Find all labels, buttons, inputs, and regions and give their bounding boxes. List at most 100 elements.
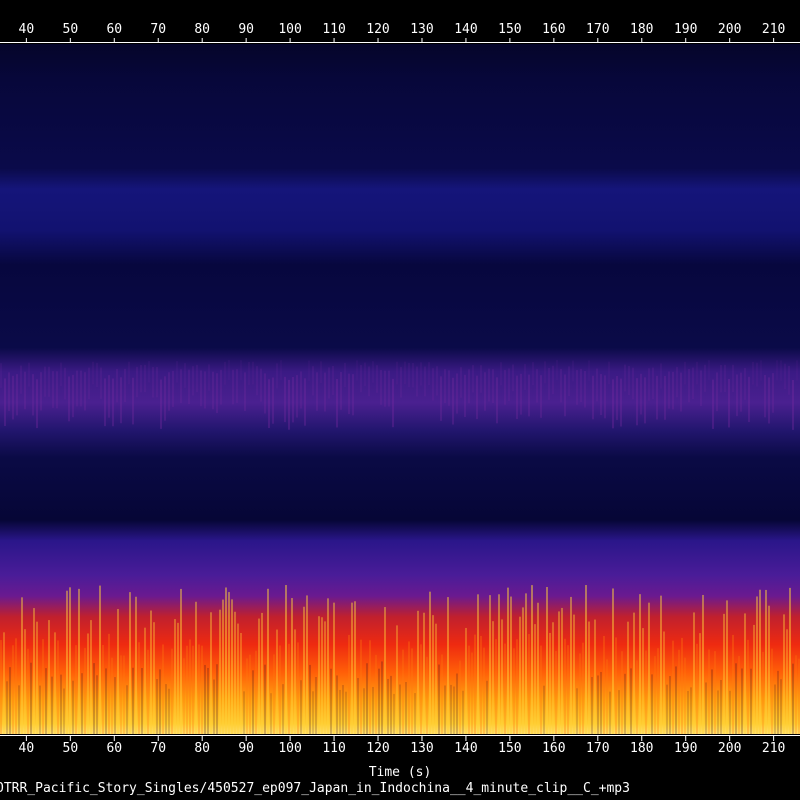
energy-streak: [261, 612, 263, 734]
mid-band-streak: [472, 365, 474, 393]
energy-streak: [492, 621, 494, 734]
mid-band-streak: [28, 362, 30, 387]
energy-streak: [657, 648, 659, 734]
top-tick-label: 170: [586, 22, 609, 37]
energy-streak: [18, 685, 20, 734]
mid-band-streak: [648, 368, 650, 401]
mid-band-streak: [368, 366, 370, 397]
mid-band-streak: [440, 376, 442, 421]
mid-band-streak: [232, 369, 234, 405]
energy-streak: [708, 649, 710, 734]
energy-streak: [75, 645, 77, 734]
energy-streak: [9, 667, 11, 734]
bottom-tick-label: 190: [674, 741, 697, 756]
energy-streak: [189, 639, 191, 734]
energy-streak: [225, 587, 227, 734]
mid-band-streak: [572, 360, 574, 382]
energy-streak: [159, 669, 161, 734]
energy-streak: [240, 633, 242, 734]
mid-band-streak: [772, 373, 774, 413]
mid-band-streak: [668, 371, 670, 409]
energy-streak: [561, 607, 563, 734]
mid-band-streak: [284, 376, 286, 423]
top-tick-label: 110: [322, 22, 345, 37]
mid-band-streak: [100, 367, 102, 399]
energy-streak: [579, 653, 581, 734]
mid-band-streak: [140, 364, 142, 393]
mid-band-streak: [596, 368, 598, 402]
energy-streak: [507, 587, 509, 734]
mid-band-streak: [728, 378, 730, 428]
energy-streak: [36, 621, 38, 734]
energy-streak: [252, 670, 254, 734]
mid-band-streak: [32, 374, 34, 416]
mid-band-streak: [712, 379, 714, 429]
mid-band-streak: [240, 360, 242, 381]
energy-streak: [666, 684, 668, 734]
mid-band-streak: [340, 371, 342, 410]
energy-streak: [450, 684, 452, 734]
energy-streak: [99, 585, 101, 734]
mid-band-streak: [4, 378, 6, 427]
energy-streak: [606, 659, 608, 734]
energy-streak: [681, 637, 683, 734]
energy-streak: [468, 645, 470, 734]
mid-band-streak: [760, 360, 762, 381]
mid-band-streak: [408, 362, 410, 388]
top-tick-label: 70: [150, 22, 166, 37]
mid-band-streak: [392, 378, 394, 428]
energy-streak: [756, 596, 758, 734]
mid-band-streak: [684, 361, 686, 385]
energy-streak: [285, 585, 287, 734]
bottom-tick-label: 90: [238, 741, 254, 756]
mid-band-streak: [92, 361, 94, 385]
spectrogram-chart: 40 50 60 70 80 90 100 110 120 130 140 150 160 170 180 1…: [0, 22, 800, 756]
mid-band-streak: [492, 369, 494, 404]
energy-streak: [84, 647, 86, 734]
energy-streak: [462, 690, 464, 734]
mid-band-streak: [280, 360, 282, 381]
energy-streak: [57, 640, 59, 734]
energy-streak: [21, 597, 23, 734]
energy-streak: [651, 674, 653, 734]
energy-streak: [753, 624, 755, 734]
energy-streak: [414, 693, 416, 734]
mid-band-streak: [188, 369, 190, 405]
mid-band-streak: [180, 369, 182, 404]
energy-streak: [108, 633, 110, 734]
mid-band-streak: [764, 374, 766, 418]
mid-band-streak: [520, 373, 522, 415]
energy-streak: [750, 668, 752, 734]
bottom-tick-label: 50: [63, 741, 79, 756]
energy-streak: [576, 688, 578, 734]
mid-band-streak: [704, 364, 706, 392]
mid-band-streak: [480, 365, 482, 393]
energy-streak: [534, 624, 536, 734]
energy-streak: [324, 621, 326, 734]
energy-streak: [291, 598, 293, 734]
energy-streak: [300, 680, 302, 734]
energy-streak: [87, 633, 89, 734]
mid-band-streak: [604, 375, 606, 419]
mid-band-streak: [388, 370, 390, 407]
mid-band-streak: [784, 363, 786, 390]
energy-streak: [618, 690, 620, 734]
energy-streak: [282, 684, 284, 734]
energy-streak: [744, 613, 746, 734]
energy-streak: [96, 675, 98, 734]
energy-streak: [177, 622, 179, 734]
mid-band-streak: [160, 379, 162, 429]
mid-band-streak: [468, 369, 470, 404]
energy-streak: [438, 664, 440, 734]
mid-band-streak: [532, 362, 534, 386]
mid-band-streak: [752, 361, 754, 385]
mid-band-streak: [632, 367, 634, 400]
energy-streak: [690, 687, 692, 734]
energy-streak: [348, 634, 350, 734]
energy-streak: [264, 664, 266, 734]
mid-band-streak: [556, 360, 558, 381]
mid-band-streak: [672, 371, 674, 410]
mid-band-streak: [396, 361, 398, 385]
mid-band-streak: [304, 378, 306, 426]
energy-streak: [60, 674, 62, 734]
